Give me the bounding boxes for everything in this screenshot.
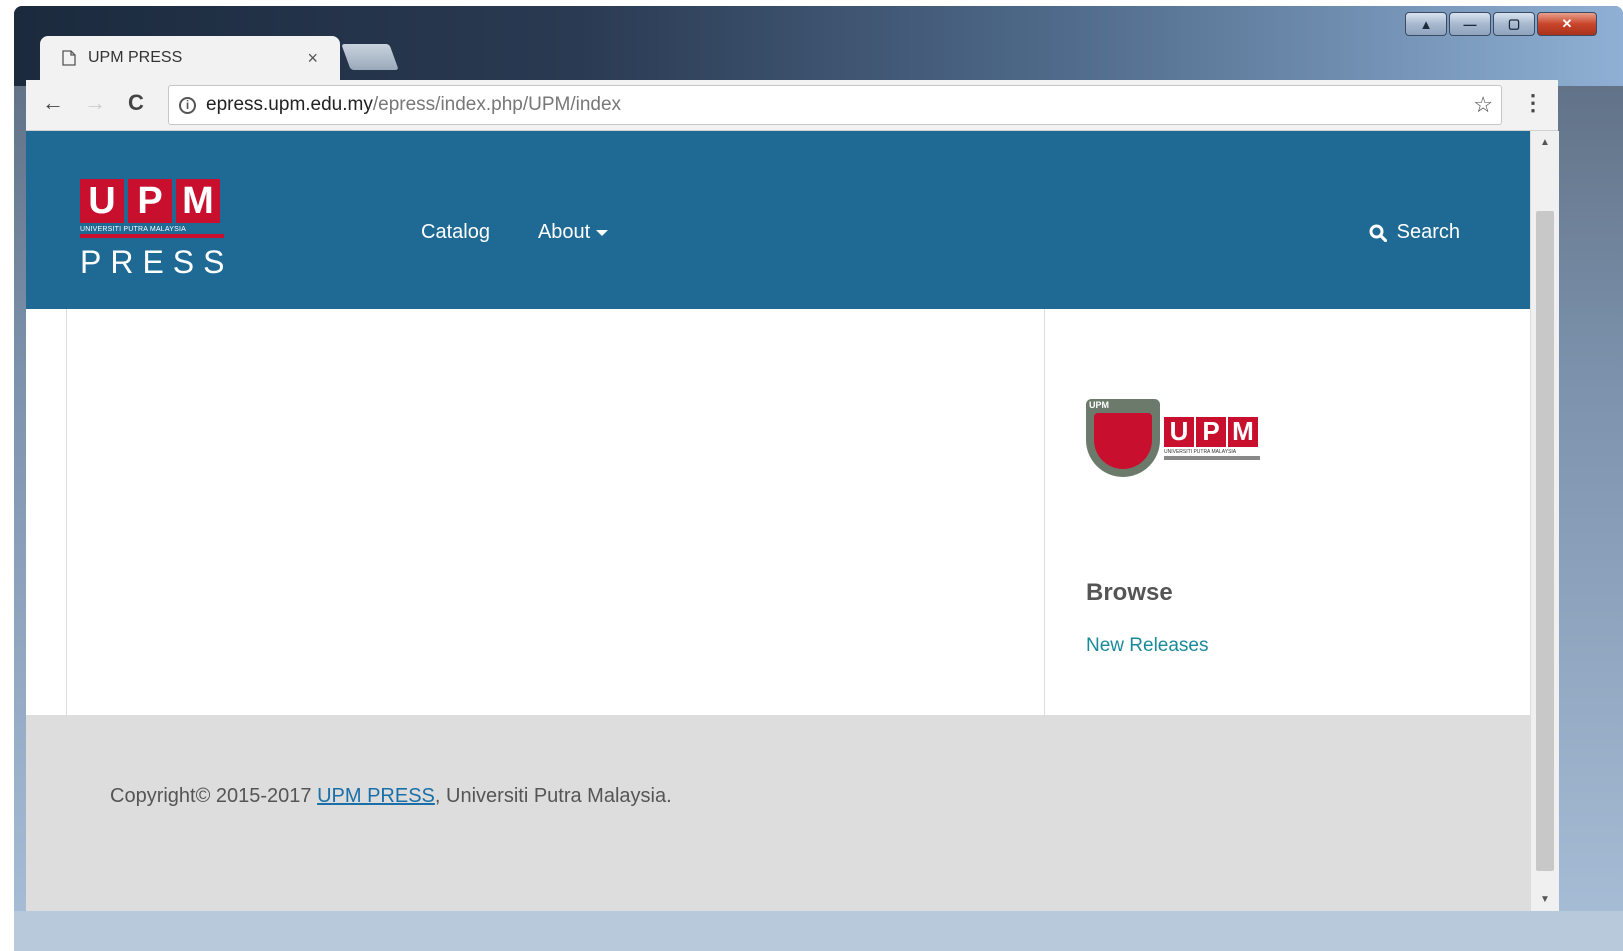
forward-icon[interactable]: → — [84, 90, 106, 116]
upm-shield-icon: UPM — [1086, 399, 1160, 477]
upm-university-logo: UPM U P M UNIVERSITI PUTRA MALAYSIA — [1086, 399, 1260, 477]
sidebar-logo-text: U P M UNIVERSITI PUTRA MALAYSIA — [1164, 416, 1260, 460]
sidebar-logo-letter: P — [1196, 416, 1226, 447]
url-path: /epress/index.php/UPM/index — [372, 94, 622, 115]
sidebar-logo-letter: M — [1228, 416, 1258, 447]
nav-about-label: About — [537, 221, 591, 243]
logo-subtext: UNIVERSITI PUTRA MALAYSIA — [80, 226, 187, 233]
page-scrollbar[interactable]: ▲ ▼ — [1530, 131, 1559, 911]
main-content — [66, 309, 1045, 715]
sidebar: UPM U P M UNIVERSITI PUTRA MALAYSIA Brow… — [1044, 309, 1530, 715]
close-window-button[interactable]: ✕ — [1537, 12, 1597, 36]
bookmark-star-icon[interactable]: ☆ — [1473, 92, 1493, 118]
sidebar-logo-letters: U P M — [1164, 416, 1260, 447]
site-header: U P M UNIVERSITI PUTRA MALAYSIA PRESS Ca… — [26, 131, 1530, 309]
tab-close-icon[interactable]: × — [307, 48, 318, 69]
sidebar-logo-bar — [1164, 455, 1260, 460]
scroll-thumb[interactable] — [1536, 211, 1554, 871]
browser-toolbar: ← → C i epress.upm.edu.my/epress/index.p… — [26, 80, 1558, 131]
minimize-button[interactable]: — — [1449, 12, 1491, 36]
copyright-prefix: Copyright© 2015-2017 — [110, 785, 318, 807]
browser-tab[interactable]: UPM PRESS × — [40, 36, 340, 80]
search-button[interactable]: Search — [1369, 221, 1460, 244]
shield-text: UPM — [1089, 400, 1109, 410]
tab-title: UPM PRESS — [88, 49, 183, 66]
logo-letter: P — [128, 179, 172, 223]
nav-catalog[interactable]: Catalog — [421, 221, 490, 244]
shield-inner — [1094, 413, 1152, 469]
caret-down-icon — [596, 229, 609, 236]
maximize-button[interactable]: ▢ — [1493, 12, 1535, 36]
search-label: Search — [1396, 221, 1460, 243]
new-tab-button[interactable] — [341, 44, 399, 70]
logo-letter: M — [176, 179, 220, 223]
page-icon — [62, 50, 76, 66]
page-viewport: U P M UNIVERSITI PUTRA MALAYSIA PRESS Ca… — [26, 131, 1530, 911]
info-icon[interactable]: i — [179, 96, 196, 114]
upm-press-link[interactable]: UPM PRESS — [317, 785, 435, 807]
copyright-text: Copyright© 2015-2017 UPM PRESS, Universi… — [110, 785, 672, 808]
address-bar[interactable]: i epress.upm.edu.my/epress/index.php/UPM… — [168, 85, 1502, 125]
sidebar-logo-letter: U — [1164, 416, 1194, 447]
upm-press-logo[interactable]: U P M UNIVERSITI PUTRA MALAYSIA PRESS — [80, 179, 230, 281]
logo-press-text: PRESS — [80, 244, 234, 280]
window-bottom-frame — [14, 911, 1623, 951]
url-host: epress.upm.edu.my — [206, 94, 373, 115]
search-icon — [1369, 224, 1387, 242]
scroll-down-icon[interactable]: ▼ — [1540, 894, 1550, 905]
nav-about[interactable]: About — [537, 221, 609, 244]
copyright-suffix: , Universiti Putra Malaysia. — [434, 785, 672, 807]
new-releases-link[interactable]: New Releases — [1086, 635, 1209, 657]
browser-menu-icon[interactable]: ⋮ — [1522, 90, 1544, 116]
logo-letter: U — [80, 179, 124, 223]
user-icon[interactable]: ▲ — [1405, 12, 1447, 36]
window-controls: ▲ — ▢ ✕ — [1405, 12, 1597, 36]
sidebar-logo-subtext: UNIVERSITI PUTRA MALAYSIA — [1164, 448, 1237, 455]
url-text[interactable]: epress.upm.edu.my/epress/index.php/UPM/i… — [206, 94, 621, 116]
logo-upm-letters: U P M — [80, 179, 230, 223]
reload-icon[interactable]: C — [128, 90, 144, 116]
browse-heading: Browse — [1086, 579, 1173, 606]
site-footer: Copyright© 2015-2017 UPM PRESS, Universi… — [26, 715, 1530, 911]
scroll-up-icon[interactable]: ▲ — [1540, 137, 1550, 148]
logo-divider — [80, 234, 224, 238]
back-icon[interactable]: ← — [42, 90, 64, 116]
main-nav: Catalog About — [421, 221, 609, 244]
